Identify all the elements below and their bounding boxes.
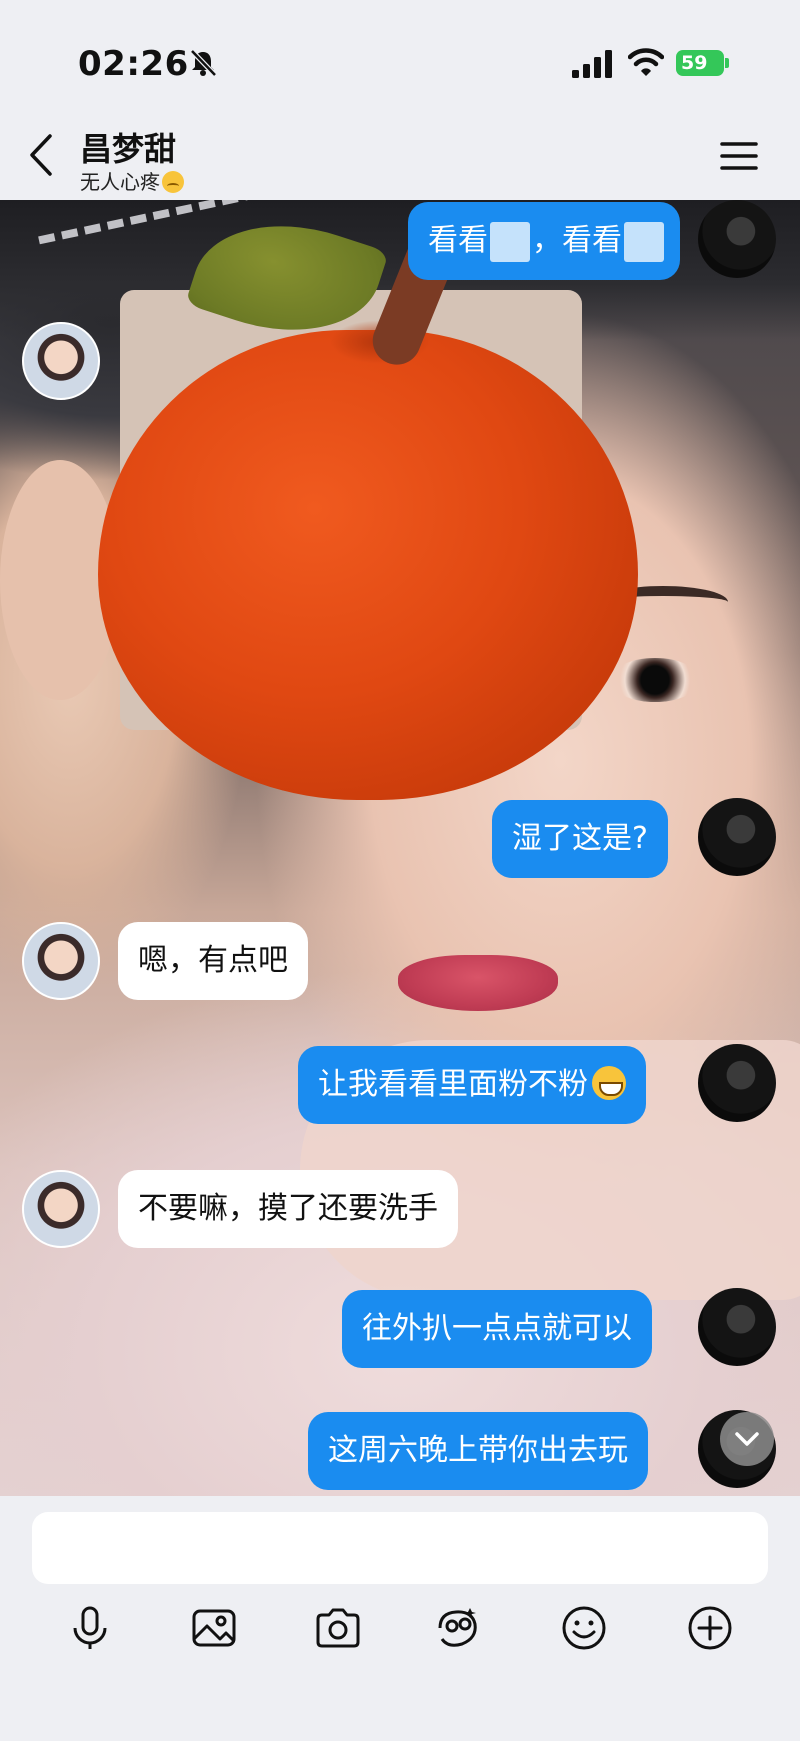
redacted-text-blur [624,221,664,262]
message-text: 往外扒一点点就可以 [362,1311,632,1346]
plus-icon[interactable] [686,1604,734,1652]
battery-level: 59 [681,52,708,74]
my-avatar[interactable] [698,1044,776,1122]
message-text: 让我看看里面粉不粉 [318,1067,588,1102]
signal-icon [572,50,612,78]
message-bubble-outgoing[interactable]: 往外扒一点点就可以 [342,1290,652,1368]
scroll-to-bottom-button[interactable] [720,1412,774,1466]
message-input[interactable] [32,1512,768,1584]
wifi-icon [628,48,664,76]
redacted-text-blur [490,221,530,262]
contact-status: 无人心疼 [80,166,184,195]
message-text: 嗯，有点吧 [138,943,288,978]
message-bubble-outgoing[interactable]: 湿了这是? [492,800,668,878]
chat-area[interactable]: 看看 ，看看 湿了这是? 嗯，有点吧 让我看看里面粉不粉 不要嘛，摸了还要洗手 往… [0,200,800,1496]
message-text: 看看 [428,223,488,258]
back-arrow-icon[interactable] [26,132,56,178]
message-bubble-outgoing[interactable]: 这周六晚上带你出去玩 [308,1412,648,1490]
message-text: ，看看 [532,223,622,258]
message-text: 这周六晚上带你出去玩 [328,1433,628,1468]
status-time: 02:26 [78,44,189,84]
message-text: 不要嘛，摸了还要洗手 [138,1191,438,1226]
pensive-emoji-icon [162,171,184,193]
message-text: 湿了这是? [512,821,648,856]
sticker-icon[interactable] [434,1604,482,1652]
message-bubble-outgoing[interactable]: 看看 ，看看 [408,202,680,280]
background-eye [610,658,700,702]
message-bubble-incoming[interactable]: 不要嘛，摸了还要洗手 [118,1170,458,1248]
battery-nub [725,58,729,68]
contact-avatar[interactable] [22,322,100,400]
my-avatar[interactable] [698,200,776,278]
menu-icon[interactable] [720,140,758,172]
apple-sticker [98,330,638,800]
contact-status-text: 无人心疼 [80,170,160,194]
camera-icon[interactable] [314,1604,362,1652]
contact-avatar[interactable] [22,922,100,1000]
background-lips [398,955,558,1011]
my-avatar[interactable] [698,798,776,876]
my-avatar[interactable] [698,1288,776,1366]
message-bubble-incoming[interactable]: 嗯，有点吧 [118,922,308,1000]
microphone-icon[interactable] [66,1604,114,1652]
battery-indicator: 59 [676,50,724,76]
contact-name[interactable]: 昌梦甜 [80,124,176,170]
message-bubble-outgoing[interactable]: 让我看看里面粉不粉 [298,1046,646,1124]
image-icon[interactable] [190,1604,238,1652]
chevron-down-icon [735,1432,759,1446]
grinning-emoji-icon [592,1066,626,1100]
silent-bell-icon [190,49,217,77]
contact-avatar[interactable] [22,1170,100,1248]
emoji-icon[interactable] [560,1604,608,1652]
